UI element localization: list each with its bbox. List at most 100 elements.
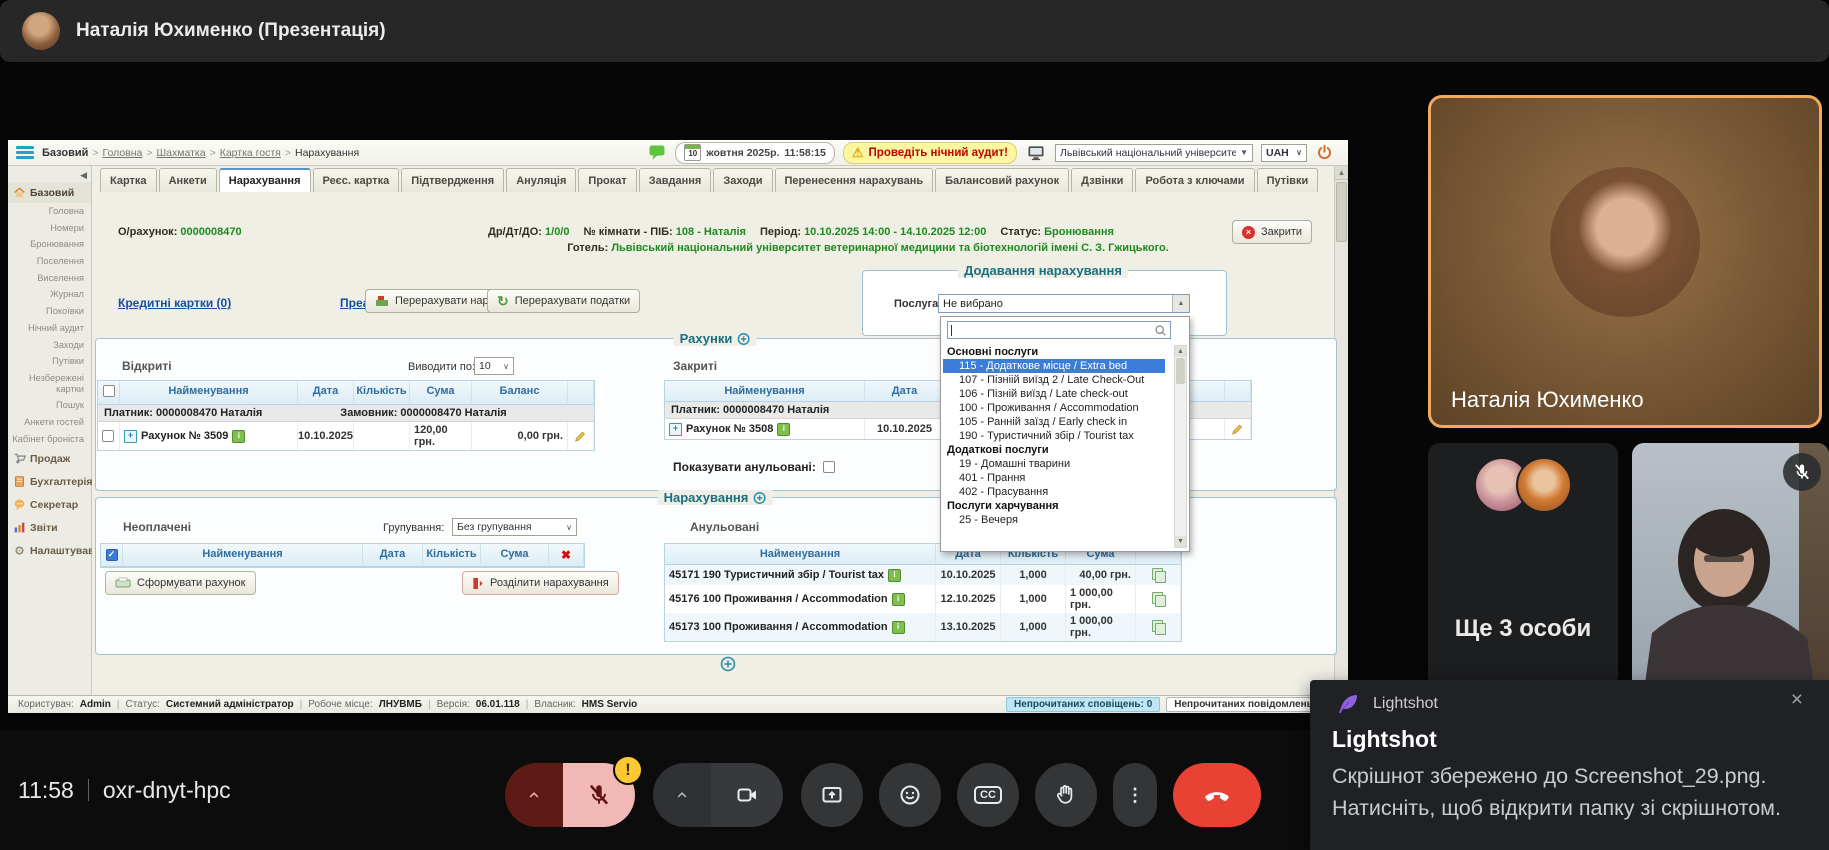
tab-zakhody[interactable]: Заходи (713, 168, 772, 192)
sidebar-group-nalashtuvannia[interactable]: Налаштував (8, 539, 91, 562)
add-more-icon[interactable] (720, 656, 736, 672)
scroll-thumb[interactable] (1336, 182, 1347, 242)
copy-icon[interactable] (1152, 568, 1165, 582)
dropdown-search-input[interactable] (947, 321, 1171, 339)
make-invoice-button[interactable]: Сформувати рахунок (105, 571, 256, 595)
tab-kartka[interactable]: Картка (100, 168, 157, 192)
sidebar-item-broniuvannia[interactable]: Бронювання (8, 236, 91, 253)
expand-icon[interactable]: + (124, 430, 137, 443)
sidebar-item-vyselennia[interactable]: Виселення (8, 270, 91, 287)
tab-prokat[interactable]: Прокат (578, 168, 636, 192)
breadcrumb-root[interactable]: Базовий (42, 147, 88, 159)
copy-icon[interactable] (1152, 620, 1165, 634)
more-participants-tile[interactable]: Ще 3 особи (1428, 443, 1618, 688)
invoice-name-cell[interactable]: + Рахунок № 3508 i (665, 419, 865, 439)
info-icon[interactable]: i (892, 621, 905, 634)
tab-dzvinky[interactable]: Дзвінки (1071, 168, 1133, 192)
notifications-badge[interactable]: Непрочитаних сповіщень: 0 (1006, 697, 1160, 712)
date-time-widget[interactable]: 10 жовтня 2025р. 11:58:15 (675, 142, 835, 164)
service-option[interactable]: 402 - Прасування (943, 485, 1165, 499)
sidebar-item-putivky[interactable]: Путівки (8, 353, 91, 370)
copy-cell[interactable] (1136, 565, 1181, 585)
service-option[interactable]: 190 - Туристичний збір / Tourist tax (943, 429, 1165, 443)
sidebar-item-poshuk[interactable]: Пошук (8, 397, 91, 414)
invoice-name-cell[interactable]: + Рахунок № 3509 i (120, 422, 298, 450)
sidebar-item-zakhody[interactable]: Заходи (8, 337, 91, 354)
expand-icon[interactable]: + (669, 423, 682, 436)
mic-options-button[interactable] (505, 763, 563, 827)
tab-anuliatsia[interactable]: Ануляція (506, 168, 576, 192)
tab-kliuchi[interactable]: Робота з ключами (1135, 168, 1254, 192)
row-checkbox[interactable] (102, 430, 114, 442)
sidebar-item-holovna[interactable]: Головна (8, 203, 91, 220)
service-combobox[interactable]: Не вибрано ▲ (938, 294, 1190, 313)
edit-pencil-icon[interactable] (1231, 423, 1244, 436)
credit-cards-link[interactable]: Кредитні картки (0) (118, 296, 231, 310)
recalc-taxes-button[interactable]: ↻ Перерахувати податки (487, 289, 640, 313)
tab-balansovyi[interactable]: Балансовий рахунок (935, 168, 1069, 192)
tab-narakhuvannia[interactable]: Нарахування (219, 168, 311, 192)
reactions-button[interactable] (879, 763, 941, 827)
toast-close-icon[interactable]: × (1791, 688, 1803, 712)
camera-button[interactable] (711, 763, 783, 827)
service-option[interactable]: 19 - Домашні тварини (943, 457, 1165, 471)
mic-mute-button[interactable]: ! (563, 763, 635, 827)
more-options-button[interactable]: ⋮ (1113, 763, 1157, 827)
breadcrumb-link[interactable]: Картка гостя (220, 147, 281, 159)
breadcrumb-link[interactable]: Головна (103, 147, 143, 159)
close-button[interactable]: × Закрити (1232, 220, 1312, 244)
sidebar-group-buhgalteria[interactable]: Бухгалтерія (8, 470, 91, 493)
present-screen-button[interactable] (801, 763, 863, 827)
chat-bubble-icon[interactable] (647, 143, 667, 163)
end-call-button[interactable] (1173, 763, 1261, 827)
tab-putivky[interactable]: Путівки (1257, 168, 1319, 192)
service-option-selected[interactable]: 115 - Додаткове місце / Extra bed (943, 359, 1165, 373)
grouping-select[interactable]: Без групування∨ (452, 518, 577, 536)
dropdown-scrollbar[interactable]: ▲ ▼ (1174, 345, 1187, 548)
info-icon[interactable]: i (892, 593, 905, 606)
add-charge-icon[interactable] (752, 491, 766, 505)
split-charge-button[interactable]: Розділити нарахування (462, 571, 619, 595)
participant-video-tile[interactable] (1632, 443, 1829, 705)
info-icon[interactable]: i (777, 423, 790, 436)
sidebar-collapse-icon[interactable]: ◀ (80, 170, 87, 181)
lightshot-notification[interactable]: Lightshot × Lightshot Скрішнот збережено… (1310, 680, 1829, 850)
logout-power-icon[interactable] (1315, 143, 1334, 162)
sidebar-item-zhurnal[interactable]: Журнал (8, 286, 91, 303)
sidebar-item-kartky[interactable]: Незбережені картки (8, 370, 91, 397)
breadcrumb-link[interactable]: Шахматка (157, 147, 206, 159)
tab-perenesennia[interactable]: Перенесення нарахувань (775, 168, 934, 192)
add-invoice-icon[interactable] (736, 332, 750, 346)
sidebar-group-prodazh[interactable]: Продаж (8, 447, 91, 470)
service-option[interactable]: 100 - Проживання / Accommodation (943, 401, 1165, 415)
copy-icon[interactable] (1152, 592, 1165, 606)
service-option[interactable]: 105 - Ранній заїзд / Early check in (943, 415, 1165, 429)
info-icon[interactable]: i (232, 430, 245, 443)
sidebar-group-zvity[interactable]: Звіти (8, 516, 91, 539)
service-option[interactable]: 25 - Вечеря (943, 513, 1165, 527)
service-option[interactable]: 401 - Прання (943, 471, 1165, 485)
night-audit-warning[interactable]: ⚠ Проведіть нічний аудит! (843, 142, 1017, 164)
show-cancelled-checkbox[interactable] (823, 461, 835, 473)
speaker-tile[interactable]: Наталія Юхименко (1428, 95, 1822, 428)
tab-reyes-kartka[interactable]: Реєс. картка (313, 168, 400, 192)
sidebar-item-kabinet[interactable]: Кабінет броніста (8, 431, 91, 448)
tab-pidtverdzhennia[interactable]: Підтвердження (401, 168, 504, 192)
edit-cell[interactable] (568, 422, 594, 450)
scroll-up-icon[interactable]: ▲ (1335, 166, 1348, 180)
tab-zavdannia[interactable]: Завдання (639, 168, 712, 192)
currency-select[interactable]: UAH ∨ (1261, 144, 1307, 162)
service-option[interactable]: 107 - Пізніій виїзд 2 / Late Check-Out (943, 373, 1165, 387)
copy-cell[interactable] (1136, 585, 1181, 613)
sidebar-group-bazovyi[interactable]: Базовий (8, 182, 91, 203)
info-icon[interactable]: i (888, 569, 901, 582)
delete-icon[interactable]: ✖ (561, 548, 571, 562)
tab-ankety[interactable]: Анкети (159, 168, 217, 192)
copy-cell[interactable] (1136, 613, 1181, 641)
delete-column-header[interactable]: ✖ (549, 544, 584, 567)
edit-cell[interactable] (1225, 419, 1251, 439)
menu-icon[interactable] (16, 146, 34, 159)
service-option[interactable]: 106 - Пізній виїзд / Late check-out (943, 387, 1165, 401)
camera-options-button[interactable] (653, 763, 711, 827)
select-all-checkbox[interactable] (103, 385, 115, 397)
